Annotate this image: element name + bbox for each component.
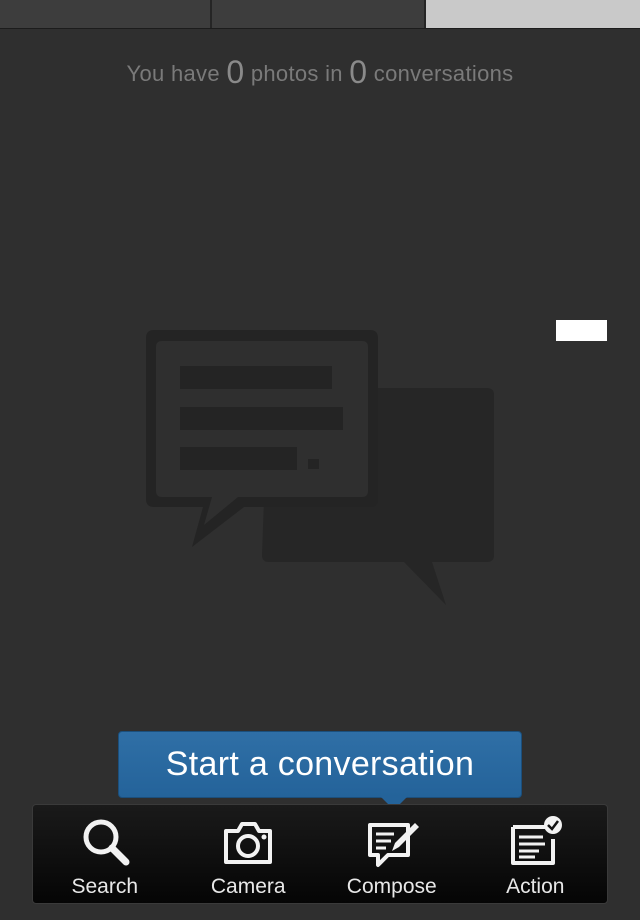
action-icon xyxy=(511,816,563,865)
photo-summary-text: You have 0 photos in 0 conversations xyxy=(0,54,640,91)
divider xyxy=(0,28,640,29)
camera-icon xyxy=(224,822,273,864)
top-tab-2[interactable] xyxy=(212,0,426,28)
bottom-toolbar: Search Camera Compose Action xyxy=(32,804,608,904)
action-label: Action xyxy=(506,875,565,898)
photos-count: 0 xyxy=(226,54,245,90)
summary-middle: photos in xyxy=(250,61,343,86)
compose-button[interactable]: Compose xyxy=(320,805,464,903)
chat-bubbles-icon xyxy=(140,325,500,615)
camera-button[interactable]: Camera xyxy=(177,805,321,903)
search-label: Search xyxy=(71,875,139,898)
action-button[interactable]: Action xyxy=(464,805,608,903)
compose-icon xyxy=(367,823,419,867)
search-button[interactable]: Search xyxy=(33,805,177,903)
compose-label: Compose xyxy=(346,875,437,898)
start-conversation-tooltip[interactable]: Start a conversation xyxy=(118,731,522,798)
summary-suffix: conversations xyxy=(373,61,514,86)
camera-label: Camera xyxy=(210,875,286,898)
summary-prefix: You have xyxy=(126,61,220,86)
top-segmented-tabs xyxy=(0,0,640,28)
conversations-count: 0 xyxy=(349,54,368,90)
white-marker xyxy=(556,320,607,341)
search-icon xyxy=(83,819,130,866)
top-tab-3-selected[interactable] xyxy=(426,0,640,28)
top-tab-1[interactable] xyxy=(0,0,212,28)
